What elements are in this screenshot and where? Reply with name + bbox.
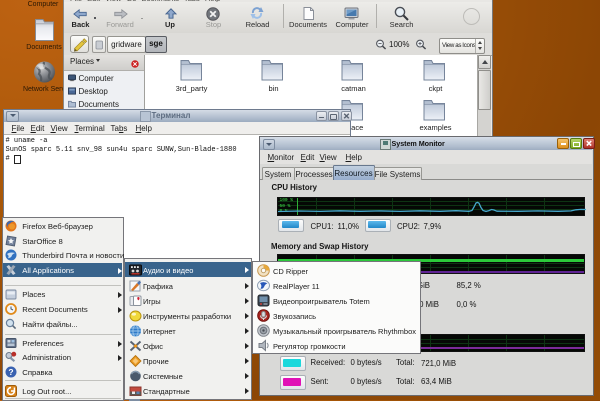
svg-text:?: ? [9, 367, 14, 377]
